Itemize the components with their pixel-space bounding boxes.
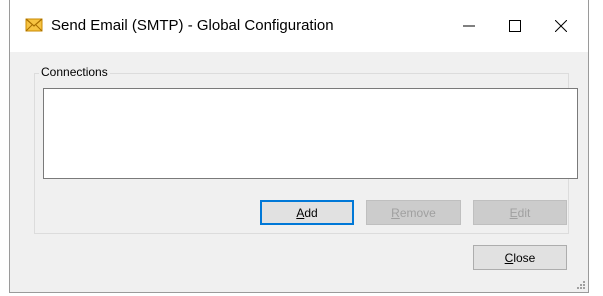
close-button[interactable]: Close bbox=[473, 245, 567, 270]
close-button-label: lose bbox=[513, 250, 536, 265]
edit-button[interactable]: Edit bbox=[473, 200, 567, 225]
edit-button-accelerator: E bbox=[509, 205, 518, 220]
maximize-icon bbox=[509, 20, 521, 32]
add-button-label: dd bbox=[304, 205, 318, 220]
remove-button[interactable]: Remove bbox=[366, 200, 461, 225]
add-button-accelerator: A bbox=[296, 205, 305, 220]
resize-grip-icon[interactable] bbox=[576, 280, 586, 290]
close-button-accelerator: C bbox=[504, 250, 514, 265]
title-bar[interactable]: Send Email (SMTP) - Global Configuration bbox=[10, 0, 588, 52]
close-icon bbox=[555, 20, 567, 32]
edit-button-label: dit bbox=[517, 205, 531, 220]
connections-group-label: Connections bbox=[39, 65, 110, 79]
minimize-icon bbox=[463, 25, 475, 27]
email-envelope-icon bbox=[25, 18, 43, 32]
minimize-button[interactable] bbox=[446, 0, 492, 52]
remove-button-accelerator: R bbox=[391, 205, 400, 220]
window-title: Send Email (SMTP) - Global Configuration bbox=[51, 17, 334, 34]
connections-list[interactable] bbox=[43, 88, 578, 179]
close-window-button[interactable] bbox=[538, 0, 584, 52]
dialog-window: Send Email (SMTP) - Global Configuration… bbox=[9, 0, 589, 293]
maximize-button[interactable] bbox=[492, 0, 538, 52]
remove-button-label: emove bbox=[399, 205, 436, 220]
add-button[interactable]: Add bbox=[260, 200, 354, 225]
